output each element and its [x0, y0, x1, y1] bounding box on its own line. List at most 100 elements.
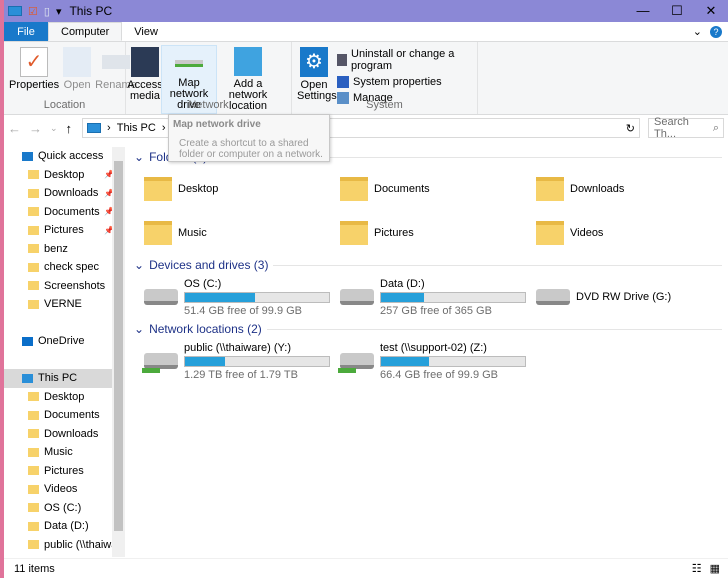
item-icon — [28, 429, 39, 439]
close-button[interactable]: ✕ — [694, 3, 728, 19]
section-network[interactable]: ⌄ Network locations (2) — [130, 319, 728, 339]
drive-item[interactable]: OS (C:) 51.4 GB free of 99.9 GB — [144, 275, 340, 319]
item-icon — [28, 225, 39, 235]
uninstall-icon — [337, 54, 348, 66]
drive-icon — [340, 289, 374, 305]
capacity-bar — [184, 291, 330, 303]
sidebar-item[interactable]: VERNE — [4, 295, 125, 314]
item-icon — [22, 151, 33, 161]
sidebar-item[interactable]: Data (D:) — [4, 517, 125, 536]
properties-quick-icon[interactable]: ☑ — [28, 5, 38, 18]
sidebar-item[interactable]: Documents — [4, 406, 125, 425]
item-icon — [22, 336, 33, 346]
sidebar-item[interactable]: test (\\support-0 — [4, 554, 125, 557]
sidebar-item[interactable]: Pictures 📌 — [4, 221, 125, 240]
uninstall-program-button[interactable]: Uninstall or change a program — [337, 48, 474, 72]
sidebar-item[interactable]: Desktop 📌 — [4, 166, 125, 185]
drive-item[interactable]: test (\\support-02) (Z:) 66.4 GB free of … — [338, 339, 536, 383]
item-icon — [28, 484, 39, 494]
item-icon — [28, 410, 39, 420]
properties-icon: ✓ — [20, 47, 49, 77]
refresh-icon[interactable]: ↻ — [626, 122, 635, 135]
network-location-icon — [234, 47, 262, 76]
new-folder-quick-icon[interactable]: ▯ — [44, 5, 50, 18]
minimize-button[interactable]: — — [626, 3, 660, 19]
window-title: This PC — [69, 4, 113, 18]
maximize-button[interactable]: ☐ — [660, 3, 694, 19]
item-icon — [28, 521, 39, 531]
sidebar-item[interactable]: benz — [4, 240, 125, 259]
sidebar-item[interactable]: Documents 📌 — [4, 203, 125, 222]
tab-file[interactable]: File — [4, 22, 48, 41]
sidebar-item[interactable]: Videos — [4, 480, 125, 499]
sidebar-item[interactable]: Quick access — [4, 147, 125, 166]
sidebar-item[interactable]: Downloads 📌 — [4, 184, 125, 203]
drive-icon — [536, 289, 570, 305]
sidebar-item[interactable]: Screenshots — [4, 277, 125, 296]
drive-item[interactable]: DVD RW Drive (G:) — [536, 275, 728, 319]
folder-item[interactable]: Pictures — [340, 211, 536, 255]
large-icons-view-icon[interactable]: ▦ — [710, 562, 720, 575]
folder-icon — [340, 221, 368, 245]
tab-view[interactable]: View — [122, 22, 170, 41]
explorer-window: ☑ ▯ ▾ This PC — ☐ ✕ File Computer View ⌄… — [4, 0, 728, 578]
customize-quick-access-icon[interactable]: ▾ — [56, 5, 62, 18]
drive-icon — [144, 289, 178, 305]
folder-item[interactable]: Videos — [536, 211, 728, 255]
capacity-bar — [380, 291, 526, 303]
status-bar: 11 items ☷ ▦ — [4, 558, 728, 578]
group-label-location: Location — [43, 99, 86, 111]
sidebar-item[interactable]: OS (C:) — [4, 499, 125, 518]
item-icon — [28, 188, 39, 198]
address-bar[interactable]: › This PC › ↻ — [82, 118, 640, 138]
sidebar-item[interactable]: Music — [4, 443, 125, 462]
item-icon — [28, 540, 39, 550]
sidebar-item[interactable]: Downloads — [4, 425, 125, 444]
folder-item[interactable]: Downloads — [536, 167, 728, 211]
sidebar-item[interactable]: OneDrive — [4, 332, 125, 351]
content-pane: ⌄Folders (6) DesktopDocumentsDownloadsMu… — [130, 147, 728, 557]
system-properties-icon — [337, 76, 349, 88]
title-bar: ☑ ▯ ▾ This PC — ☐ ✕ — [4, 0, 728, 22]
item-icon — [28, 503, 39, 513]
search-input[interactable]: Search Th... ⌕ — [648, 116, 724, 140]
drive-item[interactable]: Data (D:) 257 GB free of 365 GB — [340, 275, 536, 319]
sidebar-item[interactable]: check spec — [4, 258, 125, 277]
help-icon[interactable]: ? — [710, 25, 722, 38]
folder-item[interactable]: Desktop — [144, 167, 340, 211]
tab-computer[interactable]: Computer — [48, 22, 123, 41]
network-drive-icon — [175, 60, 203, 67]
breadcrumb-this-pc[interactable]: This PC — [117, 122, 156, 134]
tooltip: Map network drive Create a shortcut to a… — [168, 114, 330, 162]
sidebar-item[interactable]: public (\\thaiwa — [4, 536, 125, 555]
drive-item[interactable]: public (\\thaiware) (Y:) 1.29 TB free of … — [142, 339, 340, 383]
back-button[interactable]: ← — [8, 121, 21, 136]
recent-locations-button[interactable]: ⌄ — [50, 123, 58, 134]
folder-icon — [340, 177, 368, 201]
up-button[interactable]: ↑ — [66, 121, 73, 136]
folder-item[interactable]: Documents — [340, 167, 536, 211]
search-icon: ⌕ — [712, 121, 719, 134]
folder-icon — [536, 177, 564, 201]
this-pc-icon — [87, 123, 102, 133]
details-view-icon[interactable]: ☷ — [692, 562, 702, 575]
group-label-network: Network — [188, 99, 229, 111]
sidebar-item[interactable]: Desktop — [4, 388, 125, 407]
item-icon — [28, 281, 39, 291]
expand-ribbon-icon[interactable]: ⌄ — [693, 25, 702, 38]
group-label-system: System — [366, 99, 403, 111]
item-icon — [22, 373, 33, 383]
folder-item[interactable]: Music — [144, 211, 340, 255]
capacity-bar — [184, 355, 330, 367]
nav-scrollbar[interactable] — [112, 147, 125, 557]
network-drive-icon — [338, 353, 374, 373]
sidebar-item[interactable]: This PC — [4, 369, 125, 388]
system-properties-button[interactable]: System properties — [337, 76, 474, 88]
folder-icon — [144, 221, 172, 245]
section-devices[interactable]: ⌄ Devices and drives (3) — [130, 255, 728, 275]
navigation-pane: Quick access Desktop 📌 Downloads 📌 Documents 📌… — [4, 147, 125, 557]
forward-button[interactable]: → — [29, 121, 42, 136]
sidebar-item[interactable]: Pictures — [4, 462, 125, 481]
